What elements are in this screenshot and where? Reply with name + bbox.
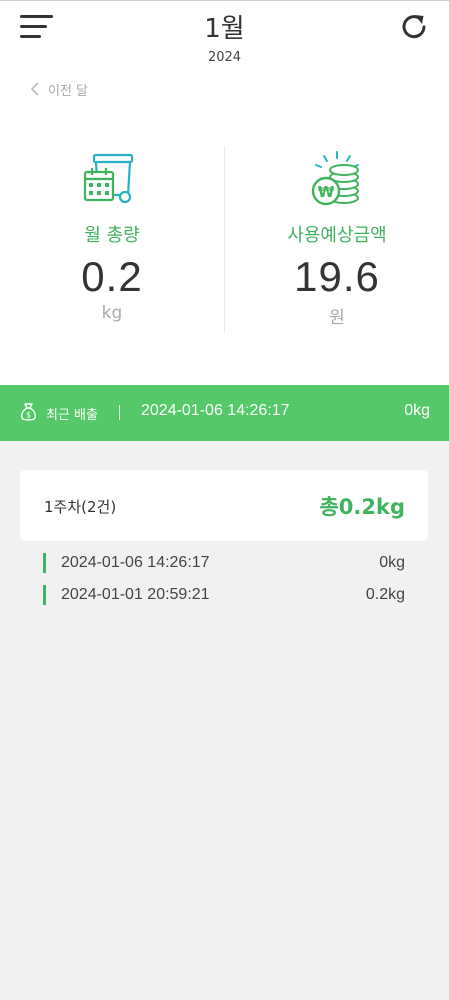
- summary-panel: 1월 2024 이전 달 월 총량 0.2 kg ₩ 사용예상금액 19.6 원: [0, 0, 449, 385]
- won-coins-icon: ₩: [311, 151, 359, 206]
- record-time: 2024-01-06 14:26:17: [61, 554, 210, 571]
- refresh-icon[interactable]: [398, 11, 430, 43]
- recent-separator: [119, 405, 120, 420]
- week-label: 1주차(2건): [44, 498, 117, 516]
- status-divider: [0, 0, 449, 1]
- week-summary-card[interactable]: 1주차(2건) 총0.2kg: [20, 470, 428, 541]
- estimated-cost-unit: 원: [329, 308, 345, 328]
- estimated-cost-stat: ₩ 사용예상금액 19.6 원: [225, 150, 449, 328]
- prev-month-button[interactable]: 이전 달: [28, 79, 88, 99]
- estimated-cost-label: 사용예상금액: [287, 225, 387, 246]
- record-row: 2024-01-01 20:59:21 0.2kg: [43, 585, 405, 605]
- recent-emission-weight: 0kg: [404, 402, 430, 419]
- prev-month-label: 이전 달: [48, 83, 89, 99]
- money-bag-icon: $: [20, 403, 37, 421]
- record-weight: 0.2kg: [365, 586, 405, 603]
- record-weight: 0kg: [379, 554, 405, 571]
- month-title: 1월: [204, 14, 245, 44]
- recent-emission-bar: $ 최근 배출 2024-01-06 14:26:17 0kg: [0, 385, 449, 441]
- record-marker: [43, 585, 46, 605]
- recent-emission-time: 2024-01-06 14:26:17: [141, 402, 290, 419]
- week-total: 총0.2kg: [319, 495, 405, 519]
- monthly-total-label: 월 총량: [84, 225, 140, 246]
- year-label: 2024: [207, 50, 242, 65]
- svg-text:₩: ₩: [318, 183, 335, 201]
- record-row: 2024-01-06 14:26:17 0kg: [43, 553, 405, 573]
- trash-bin-calendar-icon: [83, 153, 134, 204]
- chevron-left-icon: [30, 82, 39, 96]
- recent-emission-label: 최근 배출: [46, 408, 98, 423]
- record-time: 2024-01-01 20:59:21: [61, 586, 210, 603]
- record-marker: [43, 553, 46, 573]
- estimated-cost-value: 19.6: [294, 253, 380, 300]
- monthly-total-value: 0.2: [81, 253, 143, 300]
- svg-text:$: $: [26, 411, 31, 420]
- monthly-total-unit: kg: [101, 303, 123, 323]
- monthly-total-stat: 월 총량 0.2 kg: [0, 150, 224, 323]
